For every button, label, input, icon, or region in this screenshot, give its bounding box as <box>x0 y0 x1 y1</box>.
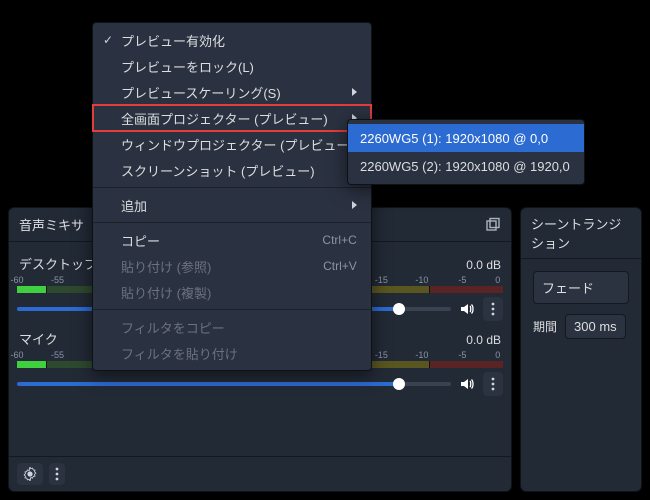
volume-slider[interactable] <box>17 382 451 386</box>
menu-item[interactable]: プレビュースケーリング(S) <box>93 79 371 105</box>
menu-item[interactable]: ウィンドウプロジェクター (プレビュー) <box>93 131 371 157</box>
menu-item: フィルタを貼り付け <box>93 340 371 366</box>
menu-item-label: 貼り付け (参照) <box>121 257 299 276</box>
menu-item[interactable]: プレビュー有効化 <box>93 27 371 53</box>
gear-icon <box>23 467 37 481</box>
speaker-icon[interactable] <box>459 376 475 392</box>
menu-item-label: プレビュー有効化 <box>121 31 357 50</box>
audio-options-button[interactable] <box>483 297 503 321</box>
scene-transitions-title: シーントランジション <box>531 214 631 252</box>
menu-item: 貼り付け (参照) Ctrl+V <box>93 253 371 279</box>
chevron-right-icon <box>352 201 357 209</box>
menu-item[interactable]: 追加 <box>93 192 371 218</box>
menu-item[interactable]: スクリーンショット (プレビュー) <box>93 157 371 183</box>
menu-item-label: プレビュースケーリング(S) <box>121 83 328 102</box>
submenu-item-label: 2260WG5 (2): 1920x1080 @ 1920,0 <box>360 159 570 174</box>
mixer-more-button[interactable] <box>49 463 65 485</box>
audio-source-db: 0.0 dB <box>441 258 501 272</box>
submenu-item[interactable]: 2260WG5 (1): 1920x1080 @ 0,0 <box>348 124 584 152</box>
menu-item-label: コピー <box>121 231 298 250</box>
chevron-right-icon <box>352 88 357 96</box>
mixer-settings-button[interactable] <box>17 463 43 485</box>
menu-item-label: プレビューをロック(L) <box>121 57 357 76</box>
scene-transitions-header: シーントランジション <box>521 208 641 259</box>
menu-item-shortcut: Ctrl+C <box>322 233 356 247</box>
kebab-icon <box>55 467 59 481</box>
menu-item-label: 追加 <box>121 196 328 215</box>
transition-select[interactable]: フェード <box>533 271 629 304</box>
audio-mixer-title: 音声ミキサ <box>19 215 84 234</box>
menu-item-label: スクリーンショット (プレビュー) <box>121 161 357 180</box>
menu-item[interactable]: プレビューをロック(L) <box>93 53 371 79</box>
transition-duration-input[interactable]: 300 ms <box>565 314 626 339</box>
transition-duration-label: 期間 <box>533 318 557 335</box>
audio-options-button[interactable] <box>483 372 503 396</box>
menu-separator <box>93 309 371 310</box>
transition-selected-value: フェード <box>542 281 594 296</box>
menu-item[interactable]: 全画面プロジェクター (プレビュー) <box>93 105 371 131</box>
menu-separator <box>93 222 371 223</box>
menu-item: フィルタをコピー <box>93 314 371 340</box>
menu-item-label: フィルタをコピー <box>121 318 357 337</box>
speaker-icon[interactable] <box>459 301 475 317</box>
menu-item-shortcut: Ctrl+V <box>323 259 357 273</box>
menu-item[interactable]: コピー Ctrl+C <box>93 227 371 253</box>
menu-item-label: ウィンドウプロジェクター (プレビュー) <box>121 135 357 154</box>
audio-source-name: マイク <box>19 329 58 348</box>
menu-item-label: フィルタを貼り付け <box>121 344 357 363</box>
menu-separator <box>93 187 371 188</box>
menu-item-label: 全画面プロジェクター (プレビュー) <box>121 109 328 128</box>
submenu-item-label: 2260WG5 (1): 1920x1080 @ 0,0 <box>360 131 570 146</box>
preview-context-menu: プレビュー有効化プレビューをロック(L) プレビュースケーリング(S) 全画面プロジ… <box>92 22 372 371</box>
submenu-item[interactable]: 2260WG5 (2): 1920x1080 @ 1920,0 <box>348 152 584 180</box>
menu-item-label: 貼り付け (複製) <box>121 283 357 302</box>
fullscreen-projector-submenu: 2260WG5 (1): 1920x1080 @ 0,0 2260WG5 (2):… <box>347 119 585 185</box>
scene-transitions-panel: シーントランジション フェード 期間 300 ms <box>520 207 642 492</box>
audio-source-db: 0.0 dB <box>441 333 501 347</box>
popout-icon[interactable] <box>485 217 501 233</box>
menu-item: 貼り付け (複製) <box>93 279 371 305</box>
